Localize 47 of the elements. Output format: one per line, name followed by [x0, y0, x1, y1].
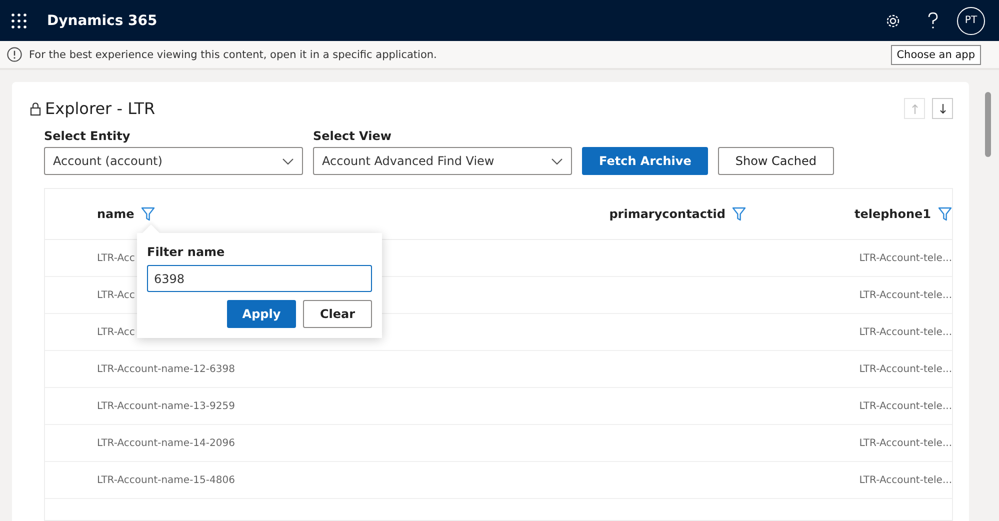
table-cell: LTR-Account-tele...: [859, 252, 952, 264]
filter-icon[interactable]: [732, 206, 746, 222]
apply-button[interactable]: Apply: [227, 300, 296, 328]
table-cell: LTR-Acc: [97, 252, 135, 264]
app-launcher-icon[interactable]: [11, 12, 27, 28]
view-dropdown[interactable]: Account Advanced Find View: [313, 147, 572, 175]
table-cell: LTR-Account-tele...: [859, 400, 952, 412]
table-cell: LTR-Account-tele...: [859, 364, 952, 374]
down-arrow-icon: [940, 104, 946, 114]
field-label: Select Entity: [44, 129, 132, 143]
table-cell: LTR-Account-name-15-4806: [97, 474, 235, 486]
table-cell: LTR-Account-name-12-6398: [97, 364, 235, 374]
chevron-down-icon: [282, 158, 294, 164]
app-title: Dynamics 365: [47, 12, 158, 28]
filter-input[interactable]: 6398: [147, 265, 372, 292]
table-cell: LTR-Account-tele...: [859, 438, 952, 448]
table-cell: LTR-Account-name-14-2096: [97, 438, 235, 448]
table-cell: LTR-Acc: [97, 326, 135, 338]
table-cell: LTR-Account-tele...: [859, 326, 952, 338]
move-up-button[interactable]: [904, 98, 925, 119]
table-cell: LTR-Acc: [97, 290, 135, 300]
entity-dropdown[interactable]: Account (account): [44, 147, 303, 175]
table-cell: LTR-Account-name-13-9259: [97, 400, 235, 412]
move-down-button[interactable]: [932, 98, 953, 119]
up-arrow-icon: [912, 104, 918, 114]
fetch-button[interactable]: Fetch Archive: [582, 147, 708, 175]
settings-icon[interactable]: [885, 12, 901, 28]
popup-title: Filter name: [147, 245, 226, 259]
user-avatar[interactable]: PT: [957, 6, 985, 34]
info-icon: [7, 47, 22, 62]
field-label: Select View: [313, 129, 392, 143]
table-cell: LTR-Account-tele...: [859, 474, 952, 486]
table-cell: LTR-Account-tele...: [859, 290, 952, 300]
lock-icon: [30, 102, 41, 116]
clear-button[interactable]: Clear: [303, 300, 372, 328]
chevron-down-icon: [551, 158, 563, 164]
panel-title: Explorer - LTR: [45, 99, 156, 118]
cached-button[interactable]: Show Cached: [718, 147, 834, 175]
column-header[interactable]: name: [97, 207, 134, 221]
choose-app-button[interactable]: Choose an app: [890, 44, 981, 64]
scrollbar-thumb[interactable]: [985, 92, 991, 157]
help-icon[interactable]: [927, 12, 939, 30]
column-header[interactable]: primarycontactid: [609, 207, 726, 221]
column-header[interactable]: telephone1: [854, 207, 931, 221]
filter-icon[interactable]: [938, 206, 952, 222]
notice-text: For the best experience viewing this content, open it in a specific application.: [29, 48, 437, 60]
filter-icon[interactable]: [141, 206, 156, 222]
